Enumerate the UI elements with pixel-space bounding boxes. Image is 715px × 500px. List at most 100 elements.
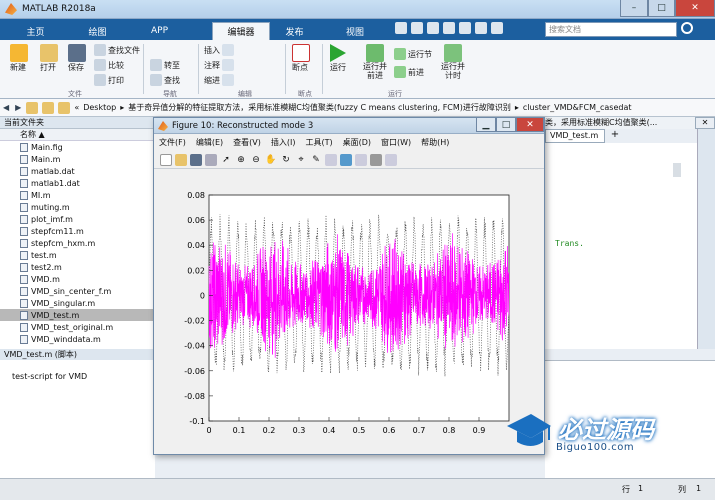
rotate-icon[interactable]: ↻ bbox=[280, 154, 292, 166]
file-list-item[interactable]: test2.m bbox=[0, 261, 154, 273]
line-chart[interactable]: 0.08 0.06 0.04 0.02 0 -0.02 -0.04 -0.06 -0.08 -0.… bbox=[154, 170, 544, 454]
file-list-item[interactable]: Main.fig bbox=[0, 141, 154, 153]
hide-tools-icon[interactable] bbox=[370, 153, 382, 166]
file-list-item[interactable]: VMD_test.m bbox=[0, 309, 154, 321]
pan-icon[interactable]: ✋ bbox=[265, 154, 277, 166]
find-files-button[interactable]: 查找文件 bbox=[94, 44, 140, 56]
file-list-item[interactable]: VMD_test_original.m bbox=[0, 321, 154, 333]
new-button[interactable]: 新建 bbox=[10, 44, 28, 73]
run-section-button[interactable]: 运行节 bbox=[394, 48, 432, 60]
x-tick-label: 0 bbox=[206, 426, 211, 435]
breadcrumb-desktop[interactable]: Desktop bbox=[83, 103, 116, 112]
breadcrumb-casedat[interactable]: cluster_VMD&FCM_casedat bbox=[523, 103, 632, 112]
menu-desktop[interactable]: 桌面(D) bbox=[338, 137, 376, 148]
goto-button[interactable]: 转至 bbox=[150, 59, 180, 71]
file-list-item[interactable]: plot_imf.m bbox=[0, 213, 154, 225]
printer-icon bbox=[94, 74, 106, 86]
menu-file[interactable]: 文件(F) bbox=[154, 137, 191, 148]
workspace-side-tab[interactable] bbox=[697, 129, 715, 349]
file-list-item[interactable]: VMD_sin_center_f.m bbox=[0, 285, 154, 297]
file-list-item[interactable]: matlab.dat bbox=[0, 165, 154, 177]
tab-apps[interactable]: APP bbox=[132, 22, 187, 40]
add-tab-button[interactable]: + bbox=[608, 129, 622, 143]
print-figure-icon[interactable] bbox=[205, 153, 217, 166]
print-button[interactable]: 打印 bbox=[94, 74, 124, 86]
indent-button[interactable]: 缩进 bbox=[204, 74, 234, 86]
editor-scrollbar[interactable] bbox=[673, 163, 681, 177]
editor-tab[interactable]: VMD_test.m bbox=[545, 129, 605, 143]
file-list-item[interactable]: test.m bbox=[0, 249, 154, 261]
menu-help[interactable]: 帮助(H) bbox=[416, 137, 454, 148]
brush-icon[interactable]: ✎ bbox=[310, 154, 322, 166]
back-icon[interactable]: ◀ bbox=[0, 103, 12, 112]
menu-window[interactable]: 窗口(W) bbox=[376, 137, 416, 148]
zoom-in-icon[interactable]: ⊕ bbox=[235, 154, 247, 166]
run-and-time-button[interactable]: 运行并 计时 bbox=[440, 44, 466, 80]
figure-close-button[interactable]: ✕ bbox=[516, 118, 544, 132]
tab-publish[interactable]: 发布 bbox=[272, 22, 317, 40]
tab-home[interactable]: 主页 bbox=[8, 22, 63, 40]
link-plot-icon[interactable] bbox=[325, 153, 337, 166]
breadcrumb-project[interactable]: 基于奇异值分解的特征提取方法，采用标准模糊C均值聚类(fuzzy C means… bbox=[128, 102, 511, 113]
y-tick-label: -0.02 bbox=[184, 317, 205, 326]
figure-minimize-button[interactable]: ▁ bbox=[476, 118, 496, 132]
find-button[interactable]: 查找 bbox=[150, 74, 180, 86]
file-list-item[interactable]: stepfcm11.m bbox=[0, 225, 154, 237]
run-button[interactable]: 运行 bbox=[330, 44, 346, 73]
folder-icon[interactable] bbox=[26, 101, 39, 114]
save-icon[interactable] bbox=[395, 22, 407, 34]
file-list-item[interactable]: VMD_winddata.m bbox=[0, 333, 154, 345]
insert-button[interactable]: 插入 bbox=[204, 44, 234, 56]
close-button[interactable]: ✕ bbox=[675, 0, 715, 17]
save-figure-icon[interactable] bbox=[190, 153, 202, 166]
menu-view[interactable]: 查看(V) bbox=[228, 137, 266, 148]
undo-icon[interactable] bbox=[459, 22, 471, 34]
file-list-item[interactable]: Main.m bbox=[0, 153, 154, 165]
file-list-item[interactable]: matlab1.dat bbox=[0, 177, 154, 189]
tab-plots[interactable]: 绘图 bbox=[70, 22, 125, 40]
name-column-header[interactable]: 名称 ▲ bbox=[0, 129, 154, 141]
tab-view[interactable]: 视图 bbox=[325, 22, 385, 40]
data-cursor-icon[interactable]: ⌖ bbox=[295, 154, 307, 166]
minimize-button[interactable]: – bbox=[620, 0, 648, 17]
pointer-icon[interactable]: ➚ bbox=[220, 154, 232, 166]
browse-folder-icon[interactable] bbox=[58, 101, 71, 114]
zoom-out-icon[interactable]: ⊖ bbox=[250, 154, 262, 166]
file-list-item[interactable]: stepfcm_hxm.m bbox=[0, 237, 154, 249]
advance-button[interactable]: 前进 bbox=[394, 66, 424, 78]
colorbar-icon[interactable] bbox=[340, 153, 352, 166]
paste-icon[interactable] bbox=[443, 22, 455, 34]
copy-icon[interactable] bbox=[427, 22, 439, 34]
figure-toolbar: ➚ ⊕ ⊖ ✋ ↻ ⌖ ✎ bbox=[154, 151, 544, 169]
maximize-button[interactable]: □ bbox=[648, 0, 675, 17]
forward-icon[interactable]: ▶ bbox=[12, 103, 24, 112]
comment-button[interactable]: 注释 bbox=[204, 59, 234, 71]
breakpoints-button[interactable]: 断点 bbox=[292, 44, 310, 73]
save-file-button[interactable]: 保存 bbox=[68, 44, 86, 73]
cut-icon[interactable] bbox=[411, 22, 423, 34]
menu-tools[interactable]: 工具(T) bbox=[300, 137, 337, 148]
menu-insert[interactable]: 插入(I) bbox=[266, 137, 301, 148]
close-editor-icon[interactable]: ✕ bbox=[695, 117, 715, 129]
help-icon[interactable] bbox=[491, 22, 503, 34]
search-icon[interactable] bbox=[681, 22, 693, 34]
code-editor[interactable]: Trans. bbox=[545, 143, 715, 349]
new-figure-icon[interactable] bbox=[160, 153, 172, 166]
menu-edit[interactable]: 编辑(E) bbox=[191, 137, 228, 148]
m-file-icon bbox=[20, 298, 28, 308]
open-file-icon[interactable] bbox=[175, 153, 187, 166]
file-list-item[interactable]: VMD_singular.m bbox=[0, 297, 154, 309]
run-advance-button[interactable]: 运行并 前进 bbox=[362, 44, 388, 80]
tab-editor[interactable]: 编辑器 bbox=[212, 22, 270, 40]
compare-button[interactable]: 比较 bbox=[94, 59, 124, 71]
file-list-item[interactable]: MI.m bbox=[0, 189, 154, 201]
redo-icon[interactable] bbox=[475, 22, 487, 34]
open-button[interactable]: 打开 bbox=[40, 44, 58, 73]
search-docs-input[interactable]: 搜索文档 bbox=[545, 22, 677, 37]
file-list-item[interactable]: muting.m bbox=[0, 201, 154, 213]
file-list-item[interactable]: VMD.m bbox=[0, 273, 154, 285]
dock-icon[interactable] bbox=[385, 153, 397, 166]
up-folder-icon[interactable] bbox=[42, 101, 55, 114]
figure-maximize-button[interactable]: □ bbox=[496, 118, 516, 132]
legend-icon[interactable] bbox=[355, 153, 367, 166]
